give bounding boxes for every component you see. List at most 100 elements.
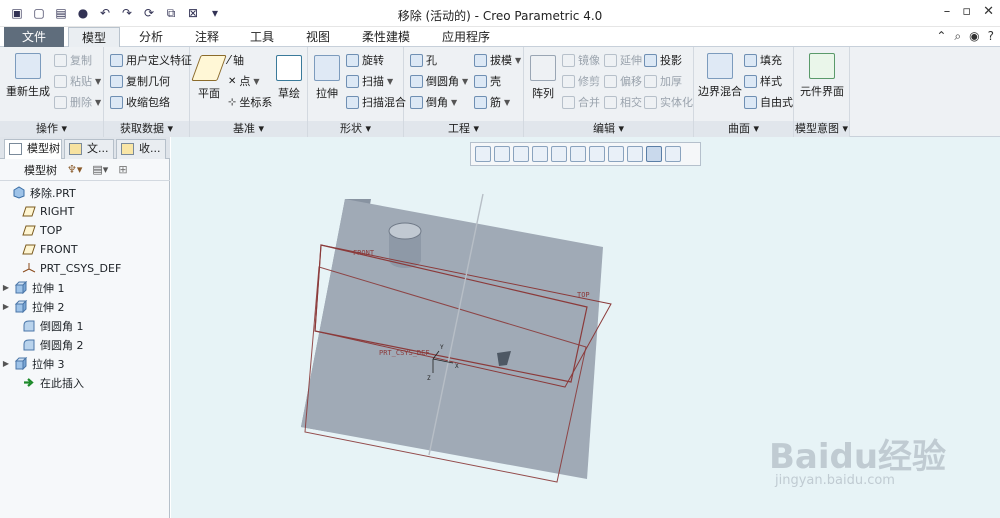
front-label[interactable]: FRONT bbox=[353, 249, 375, 257]
regenerate-button[interactable]: 重新生成 bbox=[6, 53, 50, 99]
tab-favorites[interactable]: 收... bbox=[116, 139, 166, 159]
sweep-button[interactable]: 扫描 ▼ bbox=[346, 72, 393, 90]
point-button[interactable]: ✕ 点 ▼ bbox=[228, 72, 260, 90]
group-title-model-intent[interactable]: 模型意图 ▾ bbox=[794, 121, 849, 137]
tab-annotate[interactable]: 注释 bbox=[182, 27, 232, 47]
shell-button[interactable]: 壳 bbox=[474, 72, 501, 90]
tab-flexible-modeling[interactable]: 柔性建模 bbox=[348, 27, 424, 47]
boundary-blend-button[interactable]: 边界混合 bbox=[698, 53, 742, 99]
extrude-button[interactable]: 拉伸 bbox=[314, 55, 340, 101]
tree-item-csys[interactable]: PRT_CSYS_DEF bbox=[0, 259, 170, 278]
draft-icon bbox=[474, 53, 487, 67]
tree-item-front[interactable]: FRONT bbox=[0, 240, 170, 259]
thicken-button[interactable]: 加厚 bbox=[644, 72, 682, 90]
sketch-button[interactable]: 草绘 bbox=[276, 55, 302, 101]
csys-z-label: Z bbox=[427, 375, 431, 382]
part-icon bbox=[13, 186, 25, 199]
swept-blend-button[interactable]: 扫描混合 bbox=[346, 93, 406, 111]
group-title-engineering[interactable]: 工程 ▾ bbox=[404, 121, 523, 137]
tab-analysis[interactable]: 分析 bbox=[124, 27, 178, 47]
help-icon[interactable]: ? bbox=[988, 29, 994, 44]
group-title-surfaces[interactable]: 曲面 ▾ bbox=[694, 121, 793, 137]
freestyle-button[interactable]: 自由式 bbox=[744, 93, 793, 111]
navigator-panel: 模型树 文... 收... 模型树 ♆▾ ▤▾ ⊞ 移除.PRT RIGHT T… bbox=[0, 137, 170, 518]
expand-icon[interactable]: ▶ bbox=[0, 359, 12, 368]
hole-button[interactable]: 孔 bbox=[410, 51, 437, 69]
settings-icon[interactable]: ♆▾ bbox=[67, 163, 82, 176]
merge-button[interactable]: 合并 bbox=[562, 93, 600, 111]
delete-button[interactable]: 删除 ▼ bbox=[54, 93, 101, 111]
tree-item-round-2[interactable]: 倒圆角 2 bbox=[0, 335, 170, 354]
expand-icon[interactable]: ▶ bbox=[0, 283, 12, 292]
extrude-icon bbox=[314, 55, 340, 81]
offset-button[interactable]: 偏移 bbox=[604, 72, 642, 90]
round-button[interactable]: 倒圆角 ▼ bbox=[410, 72, 468, 90]
filter-icon[interactable]: ⊞ bbox=[118, 163, 127, 176]
csys-label[interactable]: PRT_CSYS_DEF bbox=[379, 349, 430, 357]
solidify-button[interactable]: 实体化 bbox=[644, 93, 693, 111]
component-interface-button[interactable]: 元件界面 bbox=[800, 53, 844, 99]
tree-item-extrude-3[interactable]: ▶ 拉伸 3 bbox=[0, 354, 170, 373]
chamfer-icon bbox=[410, 95, 423, 109]
component-interface-icon bbox=[809, 53, 835, 79]
fill-button[interactable]: 填充 bbox=[744, 51, 782, 69]
datum-plane-icon bbox=[22, 244, 36, 255]
tab-view[interactable]: 视图 bbox=[292, 27, 344, 47]
trim-button[interactable]: 修剪 bbox=[562, 72, 600, 90]
maximize-icon[interactable]: ▫ bbox=[962, 4, 971, 19]
group-title-datum[interactable]: 基准 ▾ bbox=[190, 121, 307, 137]
rib-button[interactable]: 筋 ▼ bbox=[474, 93, 510, 111]
group-title-operations[interactable]: 操作 ▾ bbox=[0, 121, 103, 137]
community-icon[interactable]: ◉ bbox=[969, 29, 979, 44]
tab-file[interactable]: 文件 bbox=[4, 27, 64, 47]
close-icon[interactable]: ✕ bbox=[983, 4, 994, 19]
csys-icon: ⊹ bbox=[228, 96, 237, 108]
csys-x-label: X bbox=[455, 363, 459, 370]
style-icon bbox=[744, 74, 757, 88]
plane-button[interactable]: 平面 bbox=[191, 55, 227, 101]
show-icon[interactable]: ▤▾ bbox=[92, 163, 108, 176]
tab-model[interactable]: 模型 bbox=[68, 27, 120, 47]
group-title-shapes[interactable]: 形状 ▾ bbox=[308, 121, 403, 137]
tree-item-extrude-2[interactable]: ▶ 拉伸 2 bbox=[0, 297, 170, 316]
extrude-icon bbox=[14, 300, 28, 313]
tree-item-round-1[interactable]: 倒圆角 1 bbox=[0, 316, 170, 335]
project-button[interactable]: 投影 bbox=[644, 51, 682, 69]
extend-button[interactable]: 延伸 bbox=[604, 51, 642, 69]
tree-item-right[interactable]: RIGHT bbox=[0, 202, 170, 221]
collapse-ribbon-icon[interactable]: ⌃ bbox=[936, 29, 946, 44]
copy-geometry-button[interactable]: 复制几何 bbox=[110, 72, 170, 90]
revolve-button[interactable]: 旋转 bbox=[346, 51, 384, 69]
pattern-button[interactable]: 阵列 bbox=[530, 55, 556, 101]
udf-button[interactable]: 用户定义特征 bbox=[110, 51, 192, 69]
graphics-window[interactable]: FRONT TOP PRT_CSYS_DEF Y X Z Baidu经验 jin… bbox=[171, 137, 1000, 518]
mirror-button[interactable]: 镜像 bbox=[562, 51, 600, 69]
paste-button[interactable]: 粘贴 ▼ bbox=[54, 72, 101, 90]
draft-button[interactable]: 拔模 ▼ bbox=[474, 51, 521, 69]
tree-item-extrude-1[interactable]: ▶ 拉伸 1 bbox=[0, 278, 170, 297]
top-label[interactable]: TOP bbox=[577, 291, 590, 299]
csys-button[interactable]: ⊹ 坐标系 bbox=[228, 93, 272, 111]
tab-folder-browser[interactable]: 文... bbox=[64, 139, 114, 159]
tree-item-top[interactable]: TOP bbox=[0, 221, 170, 240]
copy-button[interactable]: 复制 bbox=[54, 51, 92, 69]
tab-model-tree[interactable]: 模型树 bbox=[4, 139, 62, 159]
window-title: 移除 (活动的) - Creo Parametric 4.0 bbox=[397, 9, 603, 23]
expand-icon[interactable]: ▶ bbox=[0, 302, 12, 311]
tree-item-insert-here[interactable]: 在此插入 bbox=[0, 373, 170, 392]
thicken-icon bbox=[644, 74, 657, 88]
tree-item-part[interactable]: 移除.PRT bbox=[0, 183, 170, 202]
group-title-get-data[interactable]: 获取数据 ▾ bbox=[104, 121, 189, 137]
minimize-icon[interactable]: – bbox=[944, 4, 951, 19]
shrinkwrap-button[interactable]: 收缩包络 bbox=[110, 93, 170, 111]
chamfer-button[interactable]: 倒角 ▼ bbox=[410, 93, 457, 111]
project-icon bbox=[644, 53, 657, 67]
tab-tools[interactable]: 工具 bbox=[236, 27, 288, 47]
search-icon[interactable]: ⌕ bbox=[954, 29, 961, 44]
axis-button[interactable]: ⁄ 轴 bbox=[228, 51, 244, 69]
hole-icon bbox=[410, 53, 423, 67]
style-button[interactable]: 样式 bbox=[744, 72, 782, 90]
tab-applications[interactable]: 应用程序 bbox=[428, 27, 504, 47]
group-title-editing[interactable]: 编辑 ▾ bbox=[524, 121, 693, 137]
intersect-button[interactable]: 相交 bbox=[604, 93, 642, 111]
